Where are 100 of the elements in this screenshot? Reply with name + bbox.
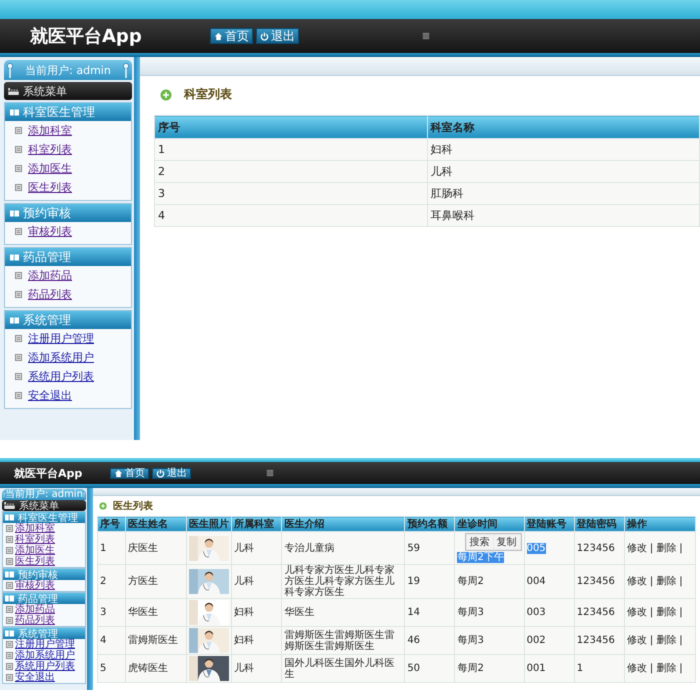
menu-link[interactable]: 注册用户管理 (3, 639, 85, 650)
column-header: 医生介绍 (282, 516, 405, 532)
action-link[interactable]: 删除 (656, 576, 676, 587)
page-icon (15, 272, 22, 279)
menu-link[interactable]: 医生列表 (3, 556, 85, 567)
separator: | (650, 576, 654, 587)
column-header: 坐诊时间 (454, 516, 524, 532)
page-title: 医生列表 (113, 500, 153, 513)
page-icon (6, 536, 13, 543)
menu-link[interactable]: 系统用户列表 (3, 661, 85, 672)
column-header: 登陆账号 (524, 516, 574, 532)
table-cell: 3 (154, 182, 427, 204)
table-cell: 庆医生 (125, 532, 187, 564)
action-link[interactable]: 修改 (626, 635, 647, 646)
menu-link[interactable]: 审核列表 (5, 222, 131, 241)
action-link[interactable]: 删除 (656, 607, 676, 618)
page-icon (6, 525, 13, 532)
group-title: 预约审核 (23, 204, 71, 222)
page-icon (6, 641, 13, 648)
menu-link[interactable]: 科室列表 (5, 140, 131, 159)
column-header: 操作 (624, 516, 696, 532)
table-cell: 5 (98, 654, 126, 682)
column-header: 科室名称 (427, 116, 700, 138)
table-cell: 123456 (574, 532, 624, 564)
separator: | (650, 635, 654, 646)
separator: | (679, 542, 683, 554)
menu-link[interactable]: 添加医生 (3, 545, 85, 556)
page-icon (6, 547, 13, 554)
panel-icon (10, 254, 19, 260)
table-cell: 每周3 (454, 598, 524, 626)
table-cell: 005 (524, 532, 574, 564)
pin-icon (122, 62, 129, 78)
group-title: 科室医生管理 (18, 512, 78, 524)
table-cell: 3 (98, 598, 126, 626)
table-cell: 每周3 (454, 626, 524, 654)
separator: | (679, 576, 683, 587)
page-icon (15, 127, 22, 134)
menu-link[interactable]: 添加医生 (5, 159, 131, 178)
menu-link[interactable]: 添加科室 (5, 121, 131, 140)
column-header: 登陆密码 (574, 516, 624, 532)
action-link[interactable]: 修改 (626, 663, 647, 674)
table-cell: 华医生 (282, 598, 405, 626)
menu-link[interactable]: 医生列表 (5, 178, 131, 197)
menu-link[interactable]: 注册用户管理 (5, 329, 131, 348)
table-cell: 123456 (574, 598, 624, 626)
popup-button[interactable]: 搜索 (466, 535, 493, 549)
action-link[interactable]: 删除 (656, 542, 676, 554)
table-cell: 儿科 (232, 654, 282, 682)
page-icon (6, 663, 13, 670)
group-title: 科室医生管理 (23, 104, 95, 120)
menu-link[interactable]: 安全退出 (5, 386, 131, 405)
table-cell: 专治儿童病 (282, 532, 405, 564)
table-cell: 123456 (574, 564, 624, 598)
nav-button[interactable]: 首页 (110, 468, 149, 478)
column-header: 序号 (154, 116, 427, 138)
page-icon (15, 354, 22, 361)
panel-icon (10, 210, 19, 216)
panel-icon (5, 514, 14, 521)
menu-link[interactable]: 系统用户列表 (5, 367, 131, 386)
action-link[interactable]: 修改 (626, 542, 647, 554)
panel-icon (5, 571, 14, 578)
menu-link[interactable]: 审核列表 (3, 580, 85, 591)
menu-link[interactable]: 添加药品 (5, 266, 131, 285)
menu-link[interactable]: 添加科室 (3, 523, 85, 534)
table-cell: 儿科 (232, 532, 282, 564)
menu-link[interactable]: 添加系统用户 (3, 650, 85, 661)
menu-link[interactable]: 添加药品 (3, 604, 85, 615)
action-link[interactable]: 删除 (656, 635, 676, 646)
popup-button[interactable]: 复制 (494, 535, 520, 549)
add-icon (99, 502, 107, 510)
action-link[interactable]: 修改 (626, 576, 647, 587)
menu-link[interactable]: 药品列表 (5, 285, 131, 304)
table-cell: 儿科 (427, 160, 700, 182)
page-icon (15, 184, 22, 191)
separator: | (679, 607, 683, 618)
panel-icon (5, 595, 14, 602)
nav-button[interactable]: 退出 (152, 468, 191, 478)
page-icon (15, 146, 22, 153)
page-icon (6, 606, 13, 613)
square-icon (422, 32, 430, 40)
table-cell: 003 (524, 598, 574, 626)
menu-link[interactable]: 安全退出 (3, 672, 85, 683)
column-header: 所属科室 (232, 516, 282, 532)
nav-button[interactable]: 退出 (256, 28, 299, 44)
page-icon (6, 617, 13, 624)
menu-link[interactable]: 添加系统用户 (5, 348, 131, 367)
nav-button[interactable]: 首页 (210, 28, 253, 44)
table-cell: 华医生 (125, 598, 187, 626)
action-link[interactable]: 修改 (626, 607, 647, 618)
app-title: 就医平台App (14, 466, 84, 480)
add-icon (160, 88, 172, 100)
group-title: 药品管理 (23, 248, 71, 266)
group-title: 预约审核 (18, 568, 58, 580)
panel-icon (10, 316, 19, 324)
menu-link[interactable]: 药品列表 (3, 615, 85, 626)
table-cell: 001 (524, 654, 574, 682)
table-cell: 耳鼻喉科 (427, 204, 700, 226)
menu-link[interactable]: 科室列表 (3, 534, 85, 545)
grid-icon (8, 88, 19, 94)
action-link[interactable]: 删除 (656, 663, 676, 674)
